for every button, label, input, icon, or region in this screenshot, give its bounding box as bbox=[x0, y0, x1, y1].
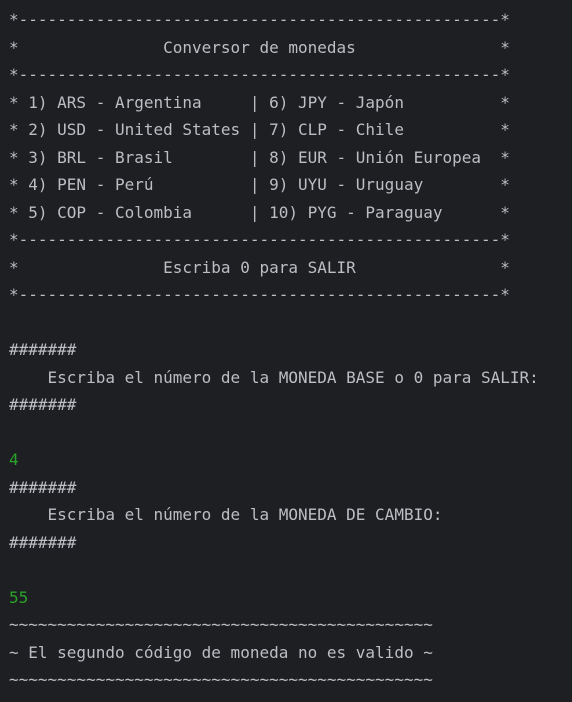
console-line: *---------------------------------------… bbox=[9, 10, 510, 29]
console-line: ~~~~~~~~~~~~~~~~~~~~~~~~~~~~~~~~~~~~~~~~… bbox=[9, 615, 433, 634]
console-line: ####### bbox=[9, 395, 77, 414]
console-line: * 1) ARS - Argentina | 6) JPY - Japón * bbox=[9, 92, 510, 112]
console-line: ####### bbox=[9, 477, 77, 497]
console-line: * Conversor de monedas * bbox=[9, 37, 510, 57]
console-line: * 3) BRL - Brasil | 8) EUR - Unión Europ… bbox=[9, 147, 510, 167]
console-line: *---------------------------------------… bbox=[9, 285, 510, 304]
console-line: ####### bbox=[9, 532, 77, 552]
console-line: Escriba el número de la MONEDA DE CAMBIO… bbox=[9, 505, 443, 524]
console-line: *---------------------------------------… bbox=[9, 230, 510, 249]
user-input-line: 4 bbox=[9, 450, 19, 469]
console-line: Escriba el número de la MONEDA BASE o 0 … bbox=[9, 367, 539, 387]
console-line: ~ El segundo código de moneda no es vali… bbox=[9, 642, 433, 662]
console-line: * 4) PEN - Perú | 9) UYU - Uruguay * bbox=[9, 175, 510, 194]
console-line: ~~~~~~~~~~~~~~~~~~~~~~~~~~~~~~~~~~~~~~~~… bbox=[9, 670, 433, 689]
console-output[interactable]: *---------------------------------------… bbox=[0, 0, 572, 702]
console-line: ####### bbox=[9, 340, 77, 359]
console-line: *---------------------------------------… bbox=[9, 65, 510, 84]
user-input-line: 55 bbox=[9, 587, 29, 607]
console-line: * 5) COP - Colombia | 10) PYG - Paraguay… bbox=[9, 202, 510, 222]
console-line: * 2) USD - United States | 7) CLP - Chil… bbox=[9, 120, 510, 139]
console-line: * Escriba 0 para SALIR * bbox=[9, 257, 510, 277]
